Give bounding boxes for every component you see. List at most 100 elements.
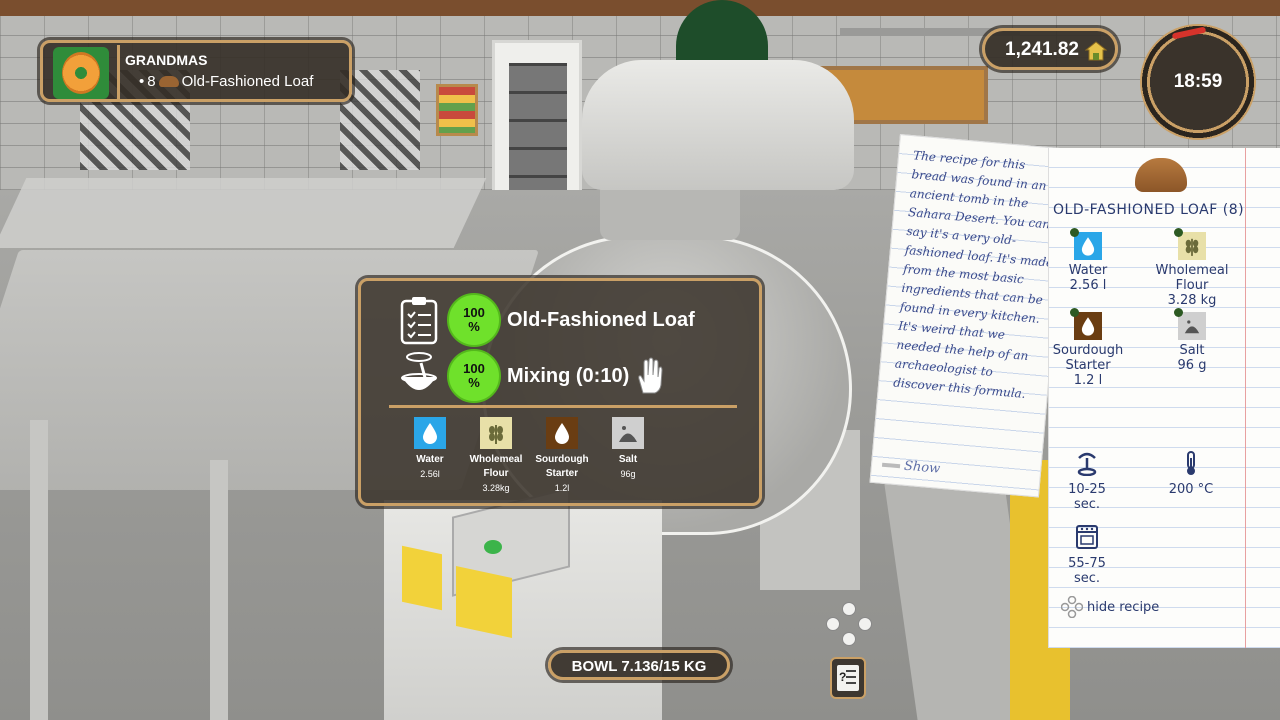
recipe-book-button[interactable]: ? — [830, 657, 866, 699]
mix-time: 10-25 sec. — [1068, 482, 1106, 512]
recipe-ingredient-water: Water 2.56 l — [1043, 228, 1133, 293]
placeholder-machine-right — [340, 70, 420, 170]
table-leg — [30, 420, 48, 720]
divider — [117, 45, 120, 99]
recipe-title: OLD-FASHIONED LOAF (8) — [1053, 202, 1245, 218]
recipe-card: OLD-FASHIONED LOAF (8) Water 2.56 l Whol… — [1048, 148, 1280, 648]
order-card: GRANDMAS • 8 Old-Fashioned Loaf — [40, 40, 352, 102]
ingredient-amount: 96g — [620, 469, 636, 479]
recipe-story-note: The recipe for this bread was found in a… — [869, 134, 1070, 498]
dpad-icon[interactable] — [826, 602, 872, 646]
money-display: 1,241.82 — [982, 28, 1118, 70]
story-text: The recipe for this bread was found in a… — [892, 148, 1054, 401]
recipe-progress-percent: 100 % — [447, 293, 501, 347]
show-label: Show — [903, 458, 941, 477]
mixer-head — [582, 60, 854, 190]
warning-label — [456, 566, 512, 638]
status-dot — [1070, 228, 1079, 237]
customer-name: GRANDMAS — [125, 52, 208, 68]
recipe-name: Old-Fashioned Loaf — [507, 308, 695, 331]
back-table — [0, 178, 487, 248]
dpad-right[interactable] — [858, 617, 872, 631]
hide-recipe-button[interactable]: hide recipe — [1061, 596, 1159, 618]
recipe-ingredient-salt: Salt 96 g — [1147, 308, 1237, 373]
loaf-icon — [158, 76, 179, 87]
hide-recipe-label: hide recipe — [1087, 599, 1160, 615]
sourdough-drop-icon — [546, 417, 578, 449]
card-margin-line — [1245, 148, 1246, 648]
spice-rack — [436, 84, 478, 136]
minus-icon — [881, 462, 901, 468]
ingredient-name: Wholemeal Flour — [469, 454, 523, 479]
water-drop-icon — [1070, 228, 1102, 260]
ingredient-name: Sourdough Starter — [535, 454, 589, 479]
oven-icon — [1076, 525, 1098, 549]
bullet: • — [139, 73, 145, 90]
mixing-label: Mixing (0:10) — [507, 364, 630, 387]
mixing-progress-panel: 100 % Old-Fashioned Loaf 100 % Mixing (0… — [358, 278, 762, 506]
ingredient-amount: 3.28 kg — [1167, 293, 1217, 308]
proofing-cabinet — [492, 40, 582, 200]
loaf-icon — [1135, 158, 1187, 192]
status-dot — [1174, 308, 1183, 317]
ingredient-flour: Wholemeal Flour 3.28kg — [467, 417, 525, 495]
order-line: • 8 Old-Fashioned Loaf — [139, 73, 313, 90]
bake-time-step: 55-75 sec. — [1057, 524, 1117, 586]
ingredient-name: Wholemeal Flour — [1155, 263, 1229, 293]
ceiling-beam — [0, 0, 1280, 16]
order-quantity: 8 — [147, 73, 156, 90]
mixer-start-button[interactable] — [484, 540, 502, 554]
status-dot — [1174, 228, 1183, 237]
bowl-weight-label: BOWL 7.136/15 KG — [571, 658, 707, 675]
bagel-icon — [62, 52, 100, 94]
customer-avatar — [53, 47, 109, 99]
bake-time: 55-75 sec. — [1068, 556, 1106, 586]
ingredient-name: Salt — [1179, 343, 1205, 358]
day-clock: 18:59 — [1140, 24, 1256, 140]
ingredient-amount: 1.2 l — [1073, 373, 1103, 388]
clock-time: 18:59 — [1173, 71, 1223, 92]
bakery-house-icon — [1085, 41, 1107, 61]
recipe-row: 100 % Old-Fashioned Loaf — [399, 293, 695, 347]
ingredient-amount: 1.2l — [554, 483, 570, 493]
ingredient-water: Water 2.56l — [401, 417, 459, 495]
ingredient-name: Salt — [618, 454, 638, 465]
recipe-ingredient-flour: Wholemeal Flour 3.28 kg — [1147, 228, 1237, 308]
mix-time-step: 10-25 sec. — [1057, 450, 1117, 512]
mixing-progress-percent: 100 % — [447, 349, 501, 403]
ingredient-amount: 2.56 l — [1069, 278, 1107, 293]
clipboard-checklist-icon — [400, 297, 438, 345]
ingredient-amount: 96 g — [1177, 358, 1207, 373]
salt-pile-icon — [612, 417, 644, 449]
show-story-button[interactable]: Show — [881, 457, 941, 477]
sourdough-drop-icon — [1070, 308, 1102, 340]
order-item: Old-Fashioned Loaf — [181, 73, 314, 90]
water-drop-icon — [414, 417, 446, 449]
mixer-whisk-icon — [1077, 452, 1097, 477]
ingredient-amount: 3.28kg — [482, 483, 510, 493]
recipe-book-icon: ? — [837, 665, 859, 691]
dpad-up[interactable] — [842, 602, 856, 616]
table-leg — [210, 460, 228, 720]
recipe-ingredient-sourdough: Sourdough Starter 1.2 l — [1043, 308, 1133, 388]
wheat-icon — [1174, 228, 1206, 260]
ingredient-amount: 2.56l — [420, 469, 440, 479]
mixing-row: 100 % Mixing (0:10) — [399, 349, 663, 403]
status-dot — [1070, 308, 1079, 317]
money-amount: 1,241.82 — [1005, 39, 1079, 60]
hand-icon[interactable] — [635, 357, 663, 395]
panel-divider — [389, 405, 737, 408]
ingredient-salt: Salt 96g — [599, 417, 657, 495]
ingredient-name: Water — [1068, 263, 1108, 278]
dpad-down[interactable] — [842, 632, 856, 646]
mixing-bowl-icon — [401, 352, 437, 390]
ingredient-name: Water — [416, 454, 444, 465]
dpad-icon — [1061, 596, 1083, 618]
thermometer-icon — [1187, 451, 1195, 475]
salt-pile-icon — [1174, 308, 1206, 340]
ingredient-list: Water 2.56l Wholemeal Flour 3.28kg Sourd… — [401, 417, 657, 495]
dpad-left[interactable] — [826, 617, 840, 631]
svg-text:?: ? — [839, 670, 846, 684]
warning-label — [402, 545, 442, 611]
temperature: 200 °C — [1168, 482, 1214, 497]
